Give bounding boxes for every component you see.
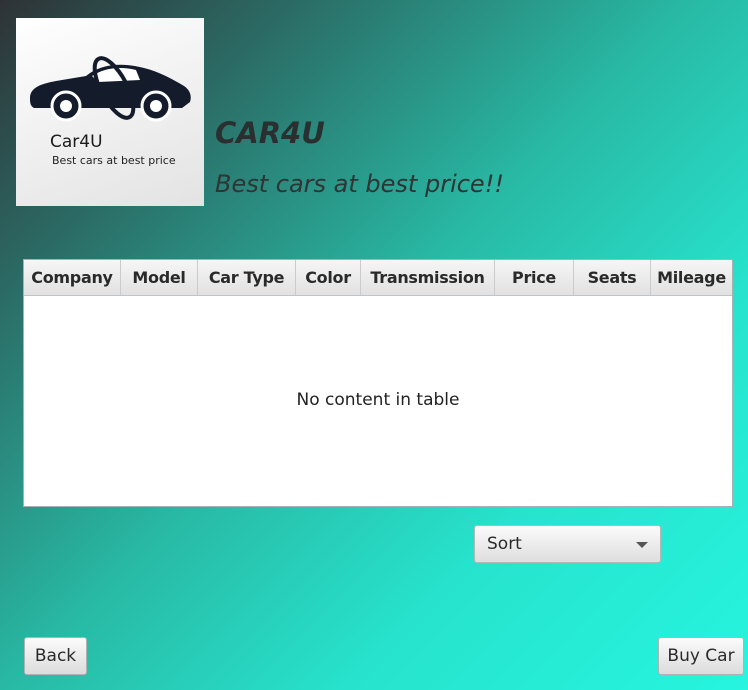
column-header-price[interactable]: Price: [495, 260, 574, 295]
back-button[interactable]: Back: [24, 637, 87, 675]
car-logo-icon: [30, 56, 191, 122]
column-header-color[interactable]: Color: [296, 260, 361, 295]
column-header-seats[interactable]: Seats: [574, 260, 651, 295]
logo-name: Car4U: [50, 132, 103, 152]
column-header-transmission[interactable]: Transmission: [361, 260, 495, 295]
column-header-company[interactable]: Company: [24, 260, 121, 295]
buy-car-button[interactable]: Buy Car: [658, 637, 744, 675]
table-empty-message: No content in table: [296, 390, 460, 410]
column-header-car-type[interactable]: Car Type: [198, 260, 296, 295]
app-logo: Car4U Best cars at best price: [16, 18, 204, 206]
cars-table[interactable]: Company Model Car Type Color Transmissio…: [23, 259, 733, 507]
chevron-down-icon: [636, 542, 648, 548]
page-title: CAR4U: [215, 116, 325, 150]
sort-dropdown[interactable]: Sort: [474, 525, 661, 563]
logo-tagline: Best cars at best price: [52, 154, 176, 167]
page-subtitle: Best cars at best price!!: [215, 170, 504, 198]
column-header-model[interactable]: Model: [121, 260, 198, 295]
sort-dropdown-value: Sort: [487, 534, 522, 554]
table-header: Company Model Car Type Color Transmissio…: [24, 260, 732, 296]
column-header-mileage[interactable]: Mileage: [651, 260, 732, 295]
